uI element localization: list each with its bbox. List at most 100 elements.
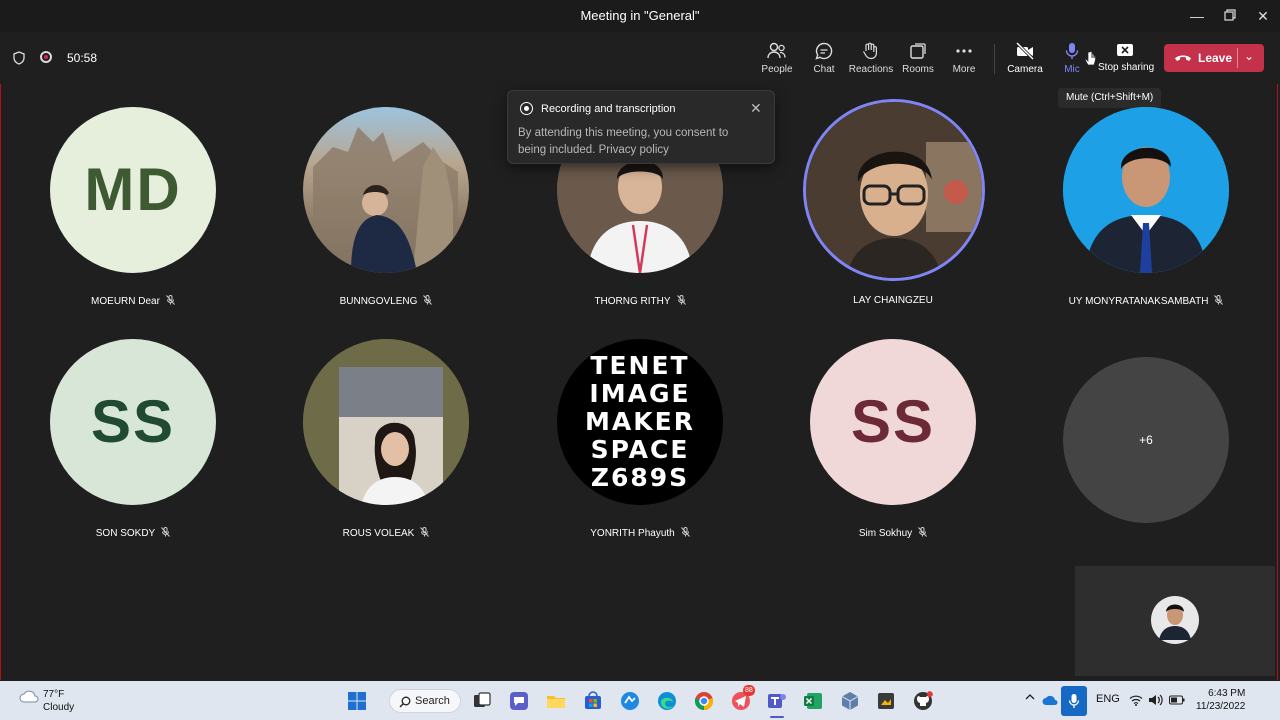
close-icon[interactable]: ✕ — [750, 100, 762, 117]
svg-text:SPACE: SPACE — [591, 435, 690, 464]
teams-chat-icon[interactable] — [509, 691, 529, 711]
mouse-cursor-icon — [1085, 51, 1096, 66]
language-indicator[interactable]: ENG — [1096, 693, 1120, 705]
edge-icon[interactable] — [657, 691, 677, 711]
participant-logo[interactable]: TENET IMAGE MAKER SPACE Z689S — [557, 339, 723, 505]
people-label: People — [761, 64, 793, 75]
store-icon[interactable] — [583, 691, 603, 711]
stop-sharing-icon — [1117, 44, 1133, 56]
onedrive-icon[interactable] — [1042, 694, 1058, 706]
chrome-icon[interactable] — [694, 691, 714, 711]
svg-text:Z689S: Z689S — [591, 463, 689, 492]
search-icon — [399, 696, 411, 708]
rooms-button[interactable]: Rooms — [892, 40, 944, 80]
task-view-icon[interactable] — [472, 691, 492, 711]
avatar-initials: SS — [90, 388, 176, 455]
minimize-icon[interactable]: — — [1187, 6, 1207, 26]
stop-sharing-label: Stop sharing — [1098, 62, 1155, 73]
mic-off-icon — [420, 527, 430, 537]
mic-off-icon — [1214, 295, 1224, 305]
windows-start-icon[interactable] — [347, 691, 367, 711]
search-label: Search — [415, 695, 450, 707]
tray-overflow-icon[interactable] — [1024, 691, 1036, 706]
svg-text:IMAGE: IMAGE — [589, 379, 690, 408]
participant-name-text: ROUS VOLEAK — [342, 528, 415, 539]
system-clock[interactable]: 6:43 PM 11/23/2022 — [1196, 687, 1245, 713]
mute-tooltip: Mute (Ctrl+Shift+M) — [1058, 88, 1162, 108]
leave-button[interactable]: Leave ⌄ — [1164, 44, 1264, 72]
id-photo — [1063, 107, 1229, 273]
stop-sharing-button[interactable]: Stop sharing — [1098, 40, 1155, 80]
camera-off-icon — [1015, 42, 1035, 60]
mic-off-icon — [166, 295, 175, 305]
chevron-down-icon[interactable]: ⌄ — [1244, 49, 1254, 63]
teams-icon[interactable] — [767, 691, 787, 711]
more-button[interactable]: More — [938, 40, 990, 80]
participant-name: THORNG RITHY — [557, 295, 723, 307]
taskbar-search[interactable]: Search — [389, 689, 461, 713]
weather-temp: 77°F — [43, 689, 65, 700]
participant-name-text: THORNG RITHY — [594, 296, 671, 307]
portrait-photo — [303, 339, 469, 505]
mic-off-icon — [918, 527, 928, 537]
wifi-icon[interactable] — [1129, 694, 1143, 706]
privacy-policy-link[interactable]: Privacy policy — [599, 144, 669, 156]
rooms-icon — [910, 43, 926, 59]
meeting-timer: 50:58 — [67, 51, 98, 65]
volume-icon[interactable] — [1148, 694, 1164, 706]
notification-badge: 88 — [743, 685, 755, 696]
chat-button[interactable]: Chat — [798, 40, 850, 80]
reactions-button[interactable]: Reactions — [845, 40, 897, 80]
mic-in-use-indicator[interactable] — [1061, 686, 1087, 716]
svg-text:MAKER: MAKER — [585, 407, 695, 436]
participant-avatar[interactable]: SS — [810, 339, 976, 505]
reactions-icon — [862, 42, 877, 60]
clock-time: 6:43 PM — [1208, 688, 1246, 699]
tenet-logo: TENET IMAGE MAKER SPACE Z689S — [585, 351, 695, 492]
participant-name-text: MOEURN Dear — [91, 296, 160, 307]
svg-text:TENET: TENET — [590, 351, 689, 380]
hang-up-icon — [1175, 55, 1191, 61]
chat-icon — [815, 42, 833, 60]
participant-photo[interactable] — [303, 339, 469, 505]
rooms-label: Rooms — [902, 64, 934, 75]
temple-photo — [313, 127, 458, 273]
notification-title: Recording and transcription — [541, 103, 676, 115]
reactions-label: Reactions — [848, 64, 894, 75]
speaking-participant-video[interactable] — [803, 99, 985, 281]
photos-app-icon[interactable] — [876, 691, 896, 711]
participant-avatar[interactable]: MD — [50, 107, 216, 273]
chat-label: Chat — [813, 64, 835, 75]
weather-widget[interactable]: 77°F Cloudy — [43, 688, 74, 714]
camera-button[interactable]: Camera — [999, 40, 1051, 80]
participant-name: YONRITH Phayuth — [557, 527, 723, 539]
restore-icon[interactable] — [1220, 6, 1240, 26]
people-button[interactable]: People — [751, 40, 803, 80]
self-view[interactable] — [1075, 566, 1275, 676]
overflow-participants[interactable]: +6 — [1063, 357, 1229, 523]
notification-body: By attending this meeting, you consent t… — [518, 125, 758, 159]
clock-date: 11/23/2022 — [1196, 701, 1246, 712]
participant-photo[interactable] — [303, 107, 469, 273]
shield-icon — [13, 51, 25, 65]
microphone-icon — [1068, 694, 1080, 708]
mic-off-icon — [161, 527, 171, 537]
participant-name: Sim Sokhuy — [810, 527, 976, 539]
battery-icon[interactable] — [1169, 695, 1185, 705]
people-icon — [767, 42, 786, 59]
self-avatar — [1151, 596, 1199, 644]
participant-name-text: BUNNGOVLENG — [339, 296, 418, 307]
github-desktop-icon[interactable] — [913, 691, 933, 711]
virtualbox-icon[interactable] — [840, 691, 860, 711]
mic-off-icon — [423, 295, 433, 305]
webcam-video — [806, 102, 982, 278]
file-explorer-icon[interactable] — [546, 691, 566, 711]
app-icon[interactable] — [620, 691, 640, 711]
close-window-icon[interactable]: ✕ — [1253, 6, 1273, 26]
participant-name-text: YONRITH Phayuth — [590, 528, 675, 539]
excel-icon[interactable] — [803, 691, 823, 711]
participant-avatar[interactable]: SS — [50, 339, 216, 505]
window-title: Meeting in "General" — [580, 8, 700, 23]
participant-name: ROUS VOLEAK — [303, 527, 469, 539]
participant-photo[interactable] — [1063, 107, 1229, 273]
